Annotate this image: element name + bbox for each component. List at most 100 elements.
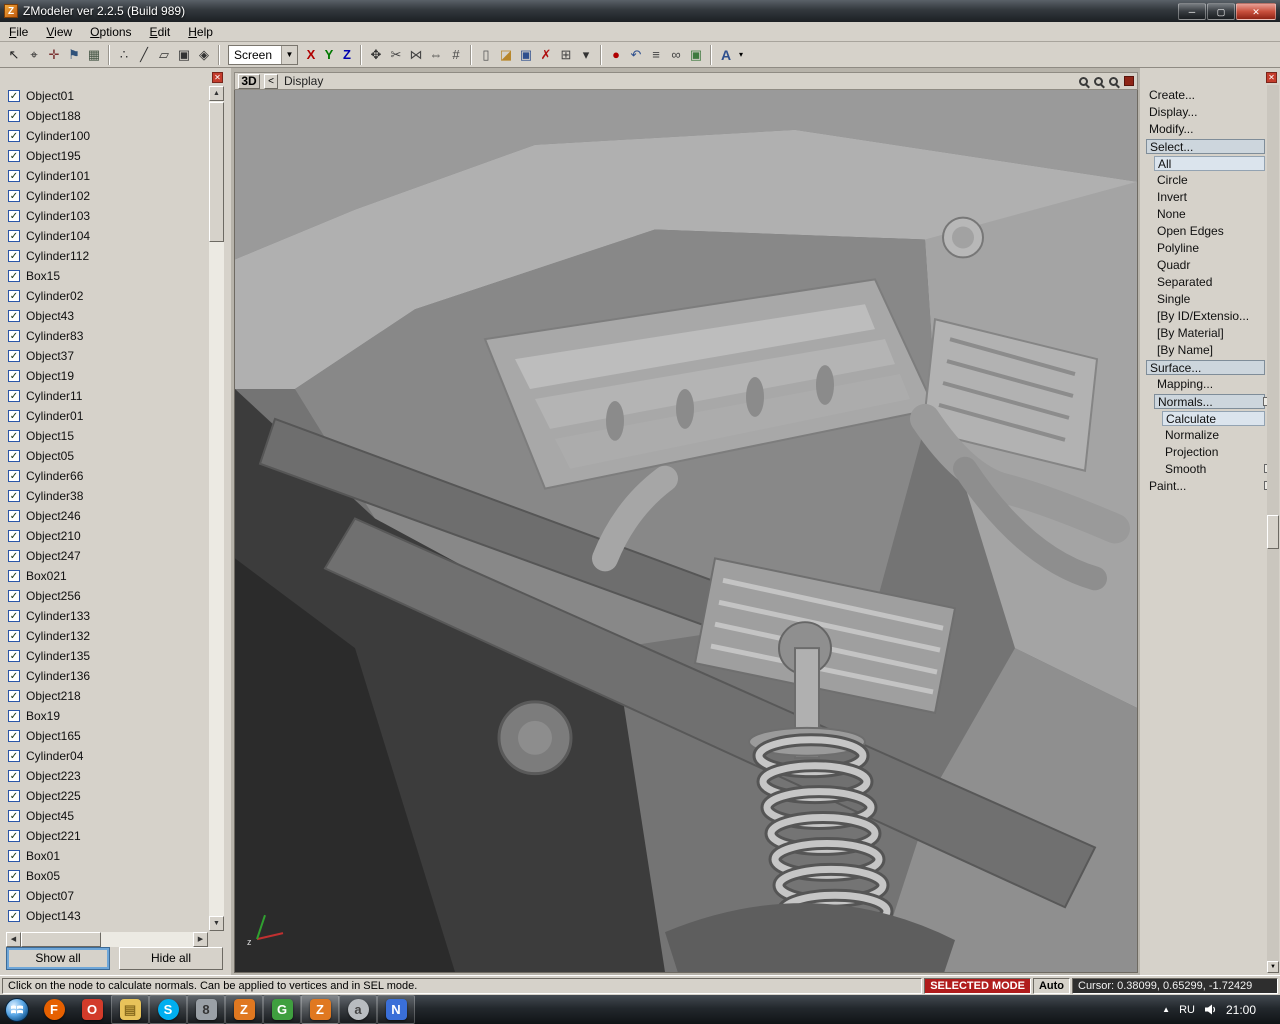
- object-list-item[interactable]: ✓ Object19: [6, 366, 208, 386]
- menu-item-display[interactable]: Display...: [1146, 105, 1265, 120]
- menu-item-all[interactable]: All: [1154, 156, 1265, 171]
- paste-dropdown-icon[interactable]: ▾: [576, 45, 596, 65]
- clock[interactable]: 21:00: [1226, 1003, 1256, 1017]
- visibility-checkbox[interactable]: ✓: [8, 370, 20, 382]
- menu-item-create[interactable]: Create...: [1146, 88, 1265, 103]
- object-list-item[interactable]: ✓ Object221: [6, 826, 208, 846]
- zoom-out-icon[interactable]: [1094, 76, 1103, 86]
- object-list-item[interactable]: ✓ Box15: [6, 266, 208, 286]
- visibility-checkbox[interactable]: ✓: [8, 90, 20, 102]
- viewport-back-button[interactable]: <: [264, 73, 278, 89]
- daemon-icon[interactable]: a: [339, 995, 377, 1024]
- viewport-canvas[interactable]: z: [234, 90, 1138, 973]
- hide-all-button[interactable]: Hide all: [119, 947, 223, 970]
- close-button[interactable]: ✕: [1236, 2, 1276, 20]
- visibility-checkbox[interactable]: ✓: [8, 890, 20, 902]
- visibility-checkbox[interactable]: ✓: [8, 590, 20, 602]
- object-list-item[interactable]: ✓ Cylinder38: [6, 486, 208, 506]
- link-icon[interactable]: ∞: [666, 45, 686, 65]
- close-left-panel-button[interactable]: ✕: [212, 72, 223, 83]
- menu-item-by-material[interactable]: [By Material]: [1154, 326, 1265, 341]
- delete-icon[interactable]: ✗: [536, 45, 556, 65]
- scroll-up-icon[interactable]: ▲: [209, 86, 224, 101]
- manipulator-icon[interactable]: ✥: [366, 45, 386, 65]
- uv-mode-icon[interactable]: ◈: [194, 45, 214, 65]
- object-list-item[interactable]: ✓ Object43: [6, 306, 208, 326]
- object-list-item[interactable]: ✓ Object246: [6, 506, 208, 526]
- visibility-checkbox[interactable]: ✓: [8, 310, 20, 322]
- object-list-item[interactable]: ✓ Cylinder135: [6, 646, 208, 666]
- visibility-checkbox[interactable]: ✓: [8, 670, 20, 682]
- viewport-indicator-icon[interactable]: [1124, 76, 1134, 86]
- save-icon[interactable]: ▣: [516, 45, 536, 65]
- object-list-item[interactable]: ✓ Object256: [6, 586, 208, 606]
- visibility-checkbox[interactable]: ✓: [8, 190, 20, 202]
- visibility-checkbox[interactable]: ✓: [8, 410, 20, 422]
- scroll-down-icon[interactable]: ▼: [1267, 961, 1279, 973]
- visibility-checkbox[interactable]: ✓: [8, 270, 20, 282]
- menu-item-open-edges[interactable]: Open Edges: [1154, 224, 1265, 239]
- archive-icon[interactable]: 8: [187, 995, 225, 1024]
- object-list-item[interactable]: ✓ Object218: [6, 686, 208, 706]
- menu-item-separated[interactable]: Separated: [1154, 275, 1265, 290]
- object-list-item[interactable]: ✓ Box05: [6, 866, 208, 886]
- zmodeler-icon[interactable]: Z: [225, 995, 263, 1024]
- object-list-item[interactable]: ✓ Object195: [6, 146, 208, 166]
- menu-item-none[interactable]: None: [1154, 207, 1265, 222]
- object-list-item[interactable]: ✓ Cylinder11: [6, 386, 208, 406]
- object-list-hscrollbar[interactable]: ◀ ▶: [6, 932, 208, 947]
- visibility-checkbox[interactable]: ✓: [8, 610, 20, 622]
- visibility-checkbox[interactable]: ✓: [8, 730, 20, 742]
- object-list-item[interactable]: ✓ Object210: [6, 526, 208, 546]
- scroll-down-icon[interactable]: ▼: [209, 916, 224, 931]
- visibility-checkbox[interactable]: ✓: [8, 570, 20, 582]
- notes-icon[interactable]: ≡: [646, 45, 666, 65]
- vertices-mode-icon[interactable]: ∴: [114, 45, 134, 65]
- visibility-checkbox[interactable]: ✓: [8, 330, 20, 342]
- object-list-item[interactable]: ✓ Cylinder102: [6, 186, 208, 206]
- edges-mode-icon[interactable]: ╱: [134, 45, 154, 65]
- visibility-checkbox[interactable]: ✓: [8, 910, 20, 922]
- visibility-checkbox[interactable]: ✓: [8, 510, 20, 522]
- menu-item-surface[interactable]: Surface...: [1146, 360, 1265, 375]
- visibility-checkbox[interactable]: ✓: [8, 690, 20, 702]
- object-list-item[interactable]: ✓ Object165: [6, 726, 208, 746]
- object-list-item[interactable]: ✓ Box01: [6, 846, 208, 866]
- flag-icon[interactable]: ⚑: [64, 45, 84, 65]
- close-right-panel-button[interactable]: ✕: [1266, 72, 1277, 83]
- undo-icon[interactable]: ↶: [626, 45, 646, 65]
- visibility-checkbox[interactable]: ✓: [8, 170, 20, 182]
- menu-file[interactable]: File: [0, 23, 37, 41]
- visibility-checkbox[interactable]: ✓: [8, 230, 20, 242]
- font-color-icon[interactable]: A: [716, 45, 736, 65]
- objects-mode-icon[interactable]: ▣: [174, 45, 194, 65]
- object-list-item[interactable]: ✓ Cylinder83: [6, 326, 208, 346]
- object-list-item[interactable]: ✓ Object188: [6, 106, 208, 126]
- faces-mode-icon[interactable]: ▱: [154, 45, 174, 65]
- visibility-checkbox[interactable]: ✓: [8, 450, 20, 462]
- visibility-checkbox[interactable]: ✓: [8, 770, 20, 782]
- snap-icon[interactable]: #: [446, 45, 466, 65]
- browser-icon[interactable]: O: [73, 995, 111, 1024]
- command-scroll-thumb[interactable]: [1267, 515, 1279, 549]
- font-dropdown-icon[interactable]: ▾: [736, 45, 746, 65]
- object-list-item[interactable]: ✓ Object37: [6, 346, 208, 366]
- visibility-checkbox[interactable]: ✓: [8, 710, 20, 722]
- new-file-icon[interactable]: ▯: [476, 45, 496, 65]
- object-list-item[interactable]: ✓ Cylinder104: [6, 226, 208, 246]
- vscroll-thumb[interactable]: [209, 102, 224, 242]
- object-list-item[interactable]: ✓ Cylinder01: [6, 406, 208, 426]
- command-panel-scrollbar[interactable]: ▼: [1267, 85, 1279, 973]
- visibility-checkbox[interactable]: ✓: [8, 830, 20, 842]
- viewport-mode-button[interactable]: 3D: [238, 73, 260, 89]
- visibility-checkbox[interactable]: ✓: [8, 250, 20, 262]
- grid-icon[interactable]: ▦: [84, 45, 104, 65]
- menu-item-by-id-extensio[interactable]: [By ID/Extensio...: [1154, 309, 1265, 324]
- menu-item-projection[interactable]: Projection: [1162, 445, 1265, 460]
- object-list-item[interactable]: ✓ Object15: [6, 426, 208, 446]
- zoom-in-icon[interactable]: [1079, 76, 1088, 86]
- object-list-item[interactable]: ✓ Object01: [6, 86, 208, 106]
- copy-icon[interactable]: ⊞: [556, 45, 576, 65]
- object-list-vscrollbar[interactable]: ▲ ▼: [209, 86, 224, 931]
- hscroll-thumb[interactable]: [21, 932, 101, 947]
